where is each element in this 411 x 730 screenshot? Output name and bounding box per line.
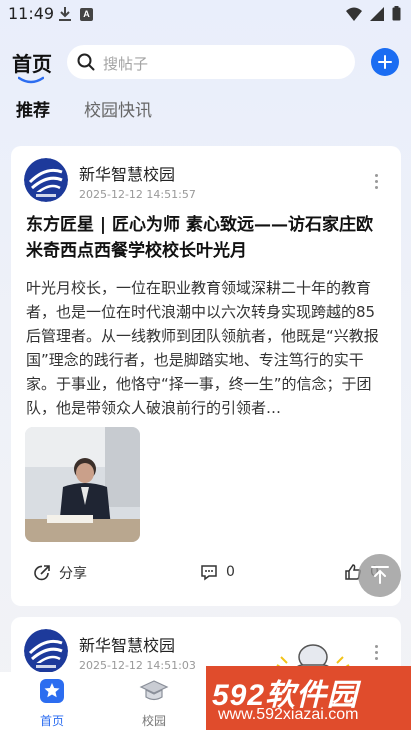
post-image[interactable] (25, 427, 140, 542)
post-excerpt[interactable]: 叶光月校长，一位在职业教育领域深耕二十年的教育者，也是一位在时代浪潮中以六次转身… (26, 276, 388, 420)
comment-button[interactable]: 0 (200, 563, 235, 581)
status-icons-right (346, 6, 401, 21)
search-icon (77, 53, 95, 71)
back-to-top-button[interactable] (358, 554, 401, 597)
more-options-icon[interactable] (371, 644, 383, 662)
battery-icon (392, 6, 401, 21)
post-time: 2025-12-12 14:51:03 (79, 659, 196, 672)
comment-icon (201, 565, 217, 581)
graduation-cap-icon (139, 680, 169, 701)
watermark-url: www.592xiazai.com (218, 706, 359, 723)
comment-count: 0 (226, 564, 235, 580)
share-button[interactable]: 分享 (33, 563, 87, 583)
wifi-icon (346, 7, 362, 21)
nav-item-campus[interactable]: 校园 (129, 678, 179, 729)
search-placeholder: 搜帖子 (103, 55, 149, 73)
arrow-up-icon (371, 566, 389, 584)
nav-item-home[interactable]: 首页 (27, 678, 77, 729)
search-input[interactable]: 搜帖子 (67, 45, 355, 79)
share-label: 分享 (59, 566, 87, 582)
download-icon (59, 7, 71, 21)
author-name[interactable]: 新华智慧校园 (79, 161, 175, 185)
post-photo (25, 427, 140, 542)
tab-bar: 推荐 校园快讯 (0, 94, 411, 124)
signal-icon (370, 6, 384, 21)
status-icons-left: A (58, 6, 93, 22)
post-actions: 分享 0 0 (11, 563, 401, 587)
add-post-button[interactable] (371, 48, 399, 76)
more-options-icon[interactable] (371, 173, 383, 191)
post-title[interactable]: 东方匠星 | 匠心为师 素心致远——访石家庄欧米奇西点西餐学校校长叶光月 (26, 212, 388, 264)
header: 首页 搜帖子 (0, 40, 411, 90)
nav-label-home: 首页 (39, 714, 64, 728)
title-underline (18, 76, 44, 84)
share-icon (34, 565, 50, 581)
page-title: 首页 (12, 52, 52, 76)
status-bar: 11:49 A (0, 0, 411, 30)
school-logo-icon (24, 629, 68, 673)
school-logo-icon (24, 158, 68, 202)
tab-recommend[interactable]: 推荐 (16, 96, 50, 121)
home-star-icon (40, 679, 64, 703)
tab-campus-news[interactable]: 校园快讯 (84, 96, 152, 121)
avatar[interactable] (24, 629, 68, 673)
nav-label-campus: 校园 (141, 714, 166, 728)
avatar[interactable] (24, 158, 68, 202)
post-card[interactable]: 新华智慧校园 2025-12-12 14:51:57 东方匠星 | 匠心为师 素… (11, 146, 401, 606)
status-time: 11:49 (8, 4, 55, 23)
watermark: 592软件园 www.592xiazai.com (206, 666, 411, 730)
keyboard-a-icon: A (80, 7, 93, 21)
author-name[interactable]: 新华智慧校园 (79, 632, 175, 656)
post-time: 2025-12-12 14:51:57 (79, 188, 196, 201)
